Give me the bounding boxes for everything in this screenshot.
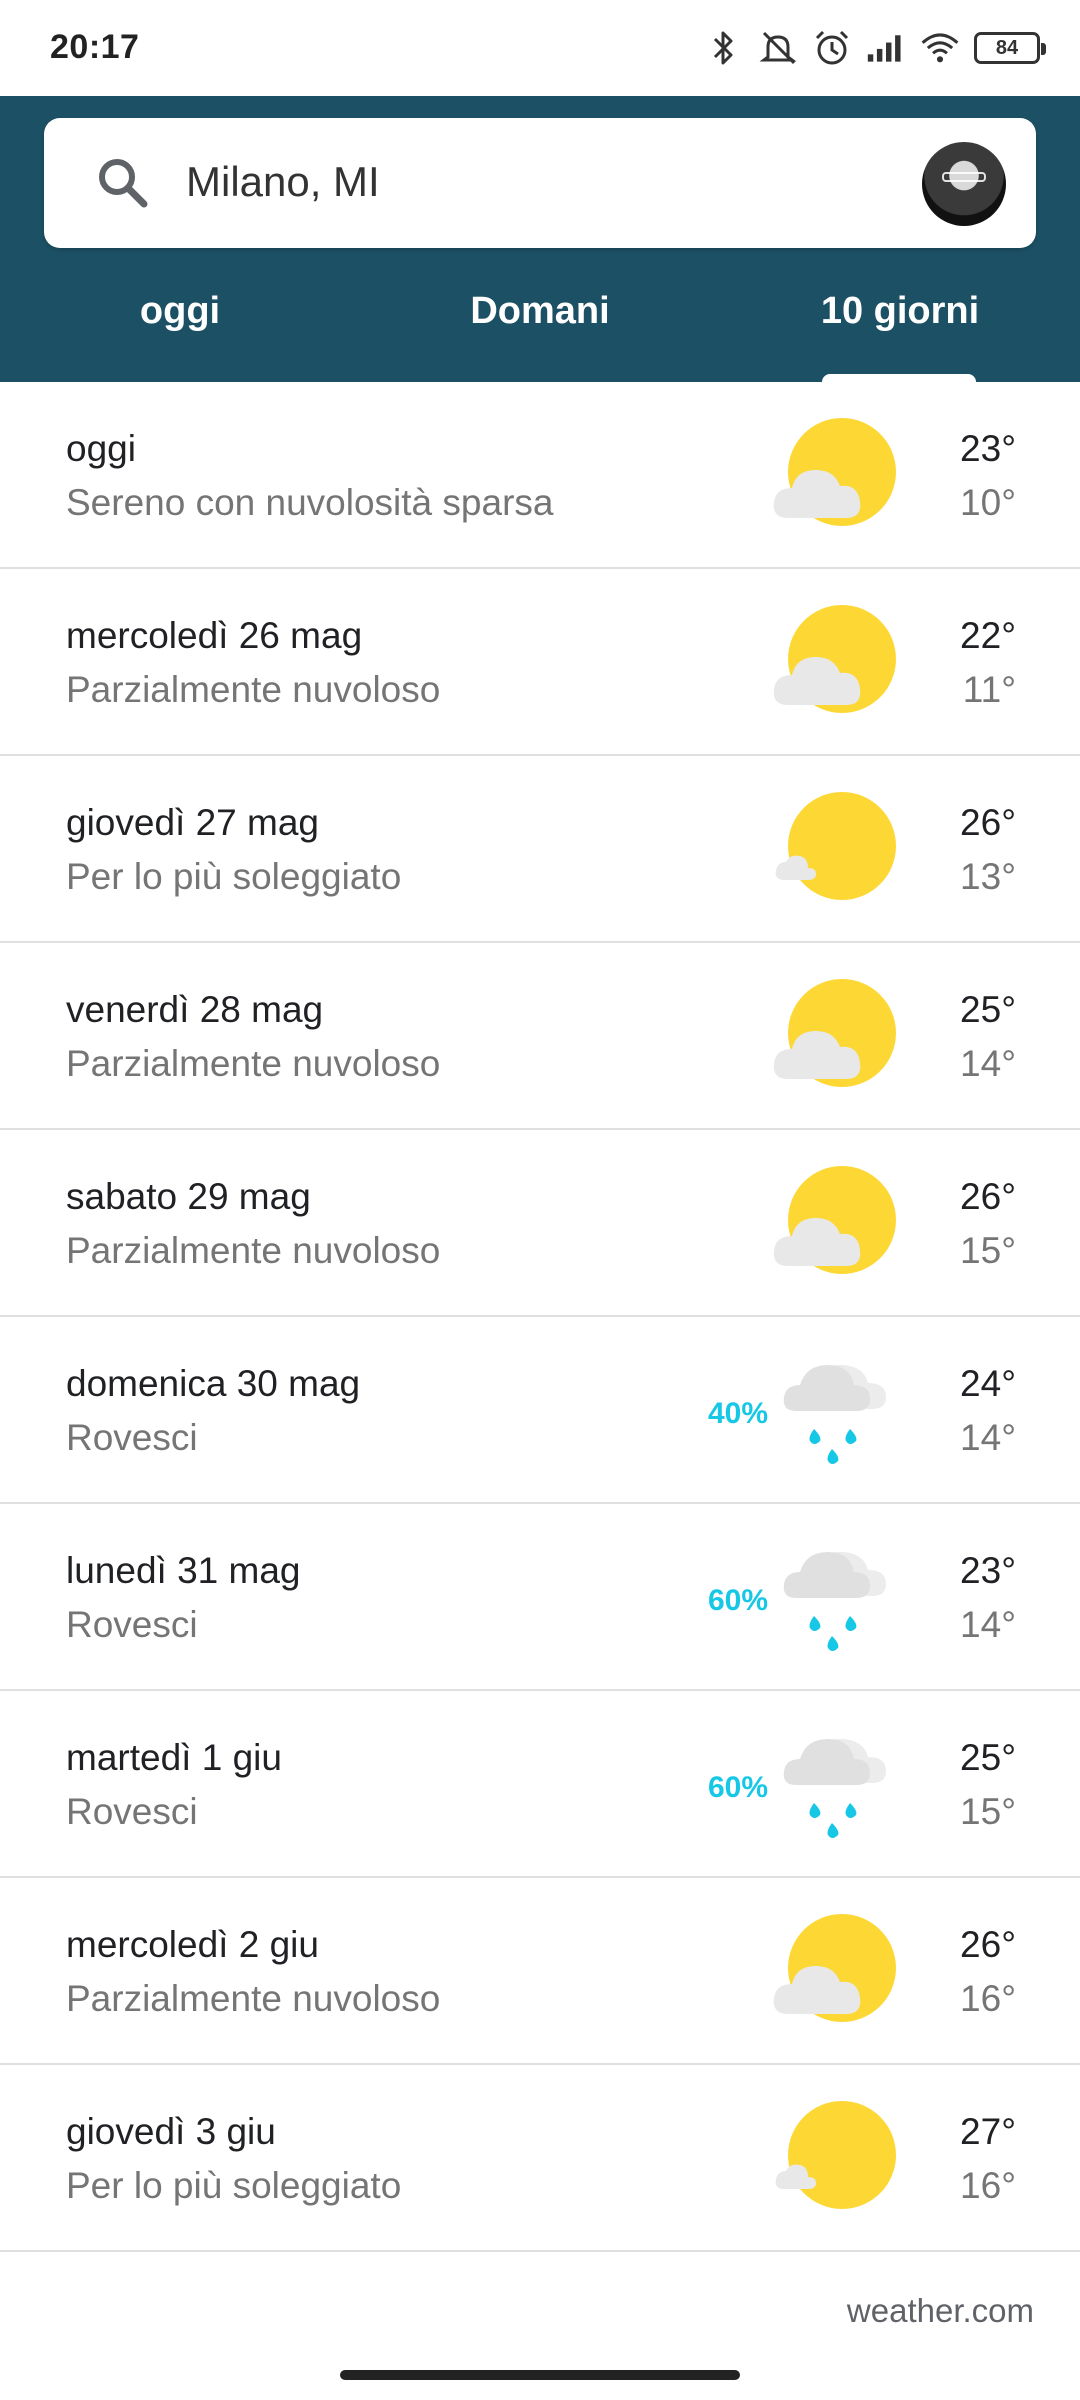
temp-high: 24° <box>960 1363 1016 1404</box>
forecast-day: giovedì 3 giu <box>66 2111 276 2152</box>
forecast-day: giovedì 27 mag <box>66 802 320 843</box>
forecast-row[interactable]: oggi Sereno con nuvolosità sparsa 23° 10° <box>0 382 1080 569</box>
partly-cloudy-icon <box>770 975 900 1105</box>
tab-oggi[interactable]: oggi <box>60 276 300 382</box>
temp-low: 14° <box>960 1604 1016 1645</box>
forecast-day: sabato 29 mag <box>66 1176 311 1217</box>
avatar[interactable] <box>922 142 1006 226</box>
status-icons: 84 <box>704 26 1046 70</box>
mostly-sunny-icon <box>770 2097 900 2227</box>
active-tab-indicator <box>822 374 976 382</box>
temp-low: 15° <box>960 1230 1016 1271</box>
temp-high: 25° <box>960 989 1016 1030</box>
gesture-nav-bar[interactable] <box>340 2370 740 2380</box>
temp-low: 16° <box>960 1978 1016 2019</box>
wifi-icon <box>920 28 960 68</box>
precipitation-chance: 40% <box>708 1397 769 1430</box>
forecast-row[interactable]: giovedì 3 giu Per lo più soleggiato 27° 16° <box>0 2065 1080 2252</box>
status-time: 20:17 <box>50 28 140 66</box>
forecast-row[interactable]: martedì 1 giu Rovesci 60% 25° 15° <box>0 1691 1080 1878</box>
app-header: Milano, MI oggi Domani 10 giorni <box>0 96 1080 382</box>
bluetooth-icon <box>704 28 744 68</box>
forecast-day: venerdì 28 mag <box>66 989 324 1030</box>
partly-cloudy-icon <box>770 414 900 544</box>
forecast-day: mercoledì 26 mag <box>66 615 363 656</box>
forecast-row[interactable]: mercoledì 2 giu Parzialmente nuvoloso 26° 1… <box>0 1878 1080 2065</box>
forecast-day: mercoledì 2 giu <box>66 1924 319 1965</box>
signal-icon <box>866 28 906 68</box>
showers-icon <box>770 1349 900 1479</box>
forecast-condition: Parzialmente nuvoloso <box>66 1043 441 1084</box>
temp-low: 14° <box>960 1043 1016 1084</box>
forecast-condition: Parzialmente nuvoloso <box>66 669 441 710</box>
search-location-text[interactable]: Milano, MI <box>186 158 380 206</box>
forecast-day: oggi <box>66 428 136 469</box>
precipitation-chance: 60% <box>708 1771 769 1804</box>
showers-icon <box>770 1723 900 1853</box>
temp-high: 23° <box>960 428 1016 469</box>
precipitation-chance: 60% <box>708 1584 769 1617</box>
forecast-condition: Per lo più soleggiato <box>66 856 402 897</box>
partly-cloudy-icon <box>770 1910 900 2040</box>
search-icon[interactable] <box>92 152 154 214</box>
search-bar[interactable]: Milano, MI <box>44 118 1036 248</box>
status-bar: 20:17 84 <box>0 0 1080 96</box>
battery-level: 84 <box>995 36 1019 59</box>
temp-low: 10° <box>960 482 1016 523</box>
forecast-row[interactable]: giovedì 27 mag Per lo più soleggiato 26° 13… <box>0 756 1080 943</box>
forecast-condition: Rovesci <box>66 1604 198 1645</box>
partly-cloudy-icon <box>770 601 900 731</box>
temp-low: 14° <box>960 1417 1016 1458</box>
temp-high: 23° <box>960 1550 1016 1591</box>
temp-low: 15° <box>960 1791 1016 1832</box>
forecast-row[interactable]: sabato 29 mag Parzialmente nuvoloso 26° 15° <box>0 1130 1080 1317</box>
tab-10-giorni[interactable]: 10 giorni <box>780 276 1020 382</box>
temp-low: 13° <box>960 856 1016 897</box>
forecast-condition: Rovesci <box>66 1791 198 1832</box>
forecast-condition: Parzialmente nuvoloso <box>66 1978 441 2019</box>
forecast-row[interactable]: venerdì 28 mag Parzialmente nuvoloso 25° 14… <box>0 943 1080 1130</box>
temp-high: 26° <box>960 1176 1016 1217</box>
mute-icon <box>758 28 798 68</box>
alarm-icon <box>812 28 852 68</box>
forecast-row[interactable]: domenica 30 mag Rovesci 40% 24° 14° <box>0 1317 1080 1504</box>
forecast-day: lunedì 31 mag <box>66 1550 301 1591</box>
forecast-condition: Per lo più soleggiato <box>66 2165 402 2206</box>
mostly-sunny-icon <box>770 788 900 918</box>
partly-cloudy-icon <box>770 1162 900 1292</box>
forecast-day: martedì 1 giu <box>66 1737 282 1778</box>
temp-low: 11° <box>962 669 1016 710</box>
forecast-condition: Sereno con nuvolosità sparsa <box>66 482 554 523</box>
tab-domani[interactable]: Domani <box>420 276 660 382</box>
forecast-row[interactable]: lunedì 31 mag Rovesci 60% 23° 14° <box>0 1504 1080 1691</box>
tab-bar: oggi Domani 10 giorni <box>0 276 1080 382</box>
temp-high: 27° <box>960 2111 1016 2152</box>
forecast-day: domenica 30 mag <box>66 1363 361 1404</box>
temp-high: 26° <box>960 1924 1016 1965</box>
forecast-condition: Rovesci <box>66 1417 198 1458</box>
forecast-list: oggi Sereno con nuvolosità sparsa 23° 10° me… <box>0 382 1080 2252</box>
showers-icon <box>770 1536 900 1666</box>
source-attribution[interactable]: weather.com <box>847 2292 1034 2330</box>
temp-high: 26° <box>960 802 1016 843</box>
temp-high: 22° <box>960 615 1016 656</box>
temp-low: 16° <box>960 2165 1016 2206</box>
forecast-row[interactable]: mercoledì 26 mag Parzialmente nuvoloso 22°… <box>0 569 1080 756</box>
temp-high: 25° <box>960 1737 1016 1778</box>
forecast-condition: Parzialmente nuvoloso <box>66 1230 441 1271</box>
battery-icon: 84 <box>974 32 1046 64</box>
